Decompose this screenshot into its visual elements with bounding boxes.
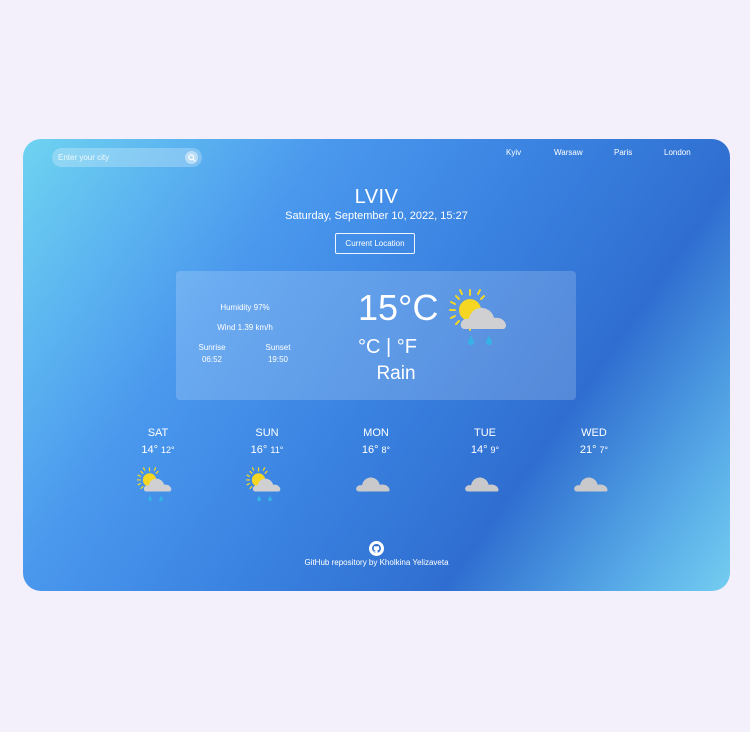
weather-app-card: Kyiv Warsaw Paris London LVIV Saturday, … bbox=[23, 139, 730, 591]
forecast-max: 16° bbox=[361, 444, 379, 456]
city-link-london[interactable]: London bbox=[664, 148, 691, 157]
humidity: Humidity 97% bbox=[220, 303, 270, 312]
current-temperature: 15°C bbox=[358, 287, 439, 328]
current-location-button[interactable]: Current Location bbox=[335, 233, 415, 254]
cloud-icon bbox=[574, 477, 608, 492]
forecast-day-name: SUN bbox=[255, 427, 279, 439]
weather-description: Rain bbox=[376, 363, 416, 384]
forecast-temps: 14° 12° bbox=[118, 444, 198, 456]
forecast-min: 8° bbox=[381, 445, 391, 455]
forecast-max: 14° bbox=[470, 444, 488, 456]
forecast-min: 12° bbox=[161, 445, 175, 455]
sunset-label: Sunset bbox=[265, 343, 291, 352]
city-title: LVIV bbox=[354, 186, 399, 208]
forecast-max: 16° bbox=[250, 444, 268, 456]
forecast-max: 14° bbox=[141, 444, 158, 456]
forecast-temps: 21° 7° bbox=[554, 444, 634, 456]
unit-switch: °C | °F bbox=[358, 336, 417, 359]
forecast-day-name: MON bbox=[363, 427, 389, 439]
footer-link[interactable]: GitHub repository by Kholkina Yelizaveta bbox=[23, 558, 730, 567]
forecast-day: TUE 14° 9° bbox=[445, 427, 525, 511]
sunset-time: 19:50 bbox=[267, 355, 289, 364]
sun-cloud-rain-icon bbox=[245, 467, 281, 502]
forecast-day: WED 21° 7° bbox=[554, 427, 634, 511]
city-link-kyiv[interactable]: Kyiv bbox=[506, 148, 521, 157]
forecast-day-name: SAT bbox=[147, 427, 169, 439]
forecast-day: SUN 16° 11° bbox=[227, 427, 307, 511]
forecast-temps: 16° 8° bbox=[336, 444, 416, 456]
forecast-day: SAT 14° 12° bbox=[118, 427, 198, 511]
forecast-day-name: WED bbox=[581, 427, 607, 439]
forecast-temps: 16° 11° bbox=[227, 444, 307, 456]
cloud-icon bbox=[465, 477, 499, 492]
city-link-paris[interactable]: Paris bbox=[614, 148, 632, 157]
sunrise-time: 06:52 bbox=[201, 355, 223, 364]
forecast-day-name: TUE bbox=[474, 427, 496, 439]
forecast-temps: 14° 9° bbox=[445, 444, 525, 456]
forecast-max: 21° bbox=[579, 444, 597, 456]
current-date: Saturday, September 10, 2022, 15:27 bbox=[285, 210, 468, 222]
cloud-icon bbox=[356, 477, 390, 492]
city-link-warsaw[interactable]: Warsaw bbox=[554, 148, 583, 157]
city-links: Kyiv Warsaw Paris London bbox=[23, 148, 730, 160]
sun-cloud-rain-icon bbox=[136, 467, 172, 502]
forecast-min: 7° bbox=[599, 445, 609, 455]
unit-separator: | bbox=[386, 336, 392, 358]
forecast-min: 9° bbox=[490, 445, 500, 455]
wind: Wind 1.39 km/h bbox=[217, 323, 273, 332]
sunrise-label: Sunrise bbox=[198, 343, 226, 352]
current-weather-panel: Humidity 97% Wind 1.39 km/h Sunrise 06:5… bbox=[176, 271, 576, 400]
celsius-link[interactable]: °C bbox=[358, 336, 380, 358]
github-icon[interactable] bbox=[369, 541, 384, 556]
fahrenheit-link[interactable]: °F bbox=[397, 336, 417, 358]
forecast-day: MON 16° 8° bbox=[336, 427, 416, 511]
sun-cloud-rain-icon bbox=[449, 289, 506, 345]
forecast-min: 11° bbox=[270, 445, 284, 455]
